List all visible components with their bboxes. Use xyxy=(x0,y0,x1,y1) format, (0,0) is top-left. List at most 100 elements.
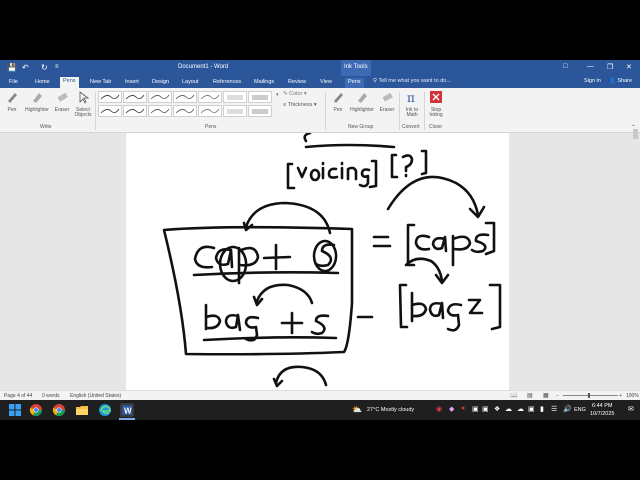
close-x-icon xyxy=(430,91,442,103)
thickness-dropdown[interactable]: ≡ Thickness ▾ xyxy=(283,102,317,108)
tab-new-tab[interactable]: New Tab xyxy=(87,78,114,88)
tab-mailings[interactable]: Mailings xyxy=(251,78,277,88)
pen-swatch[interactable] xyxy=(98,91,122,103)
pen-swatch[interactable] xyxy=(248,91,272,103)
pen-stroke-icon xyxy=(100,94,120,100)
print-layout-icon[interactable]: ▤ xyxy=(527,392,533,399)
zoom-in-icon[interactable]: + xyxy=(619,393,622,399)
weather-text[interactable]: 27°C Mostly cloudy xyxy=(367,407,414,413)
tab-view[interactable]: View xyxy=(317,78,335,88)
pen-swatch[interactable] xyxy=(148,91,172,103)
notifications-icon[interactable]: ✉ xyxy=(628,405,634,413)
minimize-button[interactable]: — xyxy=(587,63,594,70)
word-count[interactable]: 0 words xyxy=(42,393,60,399)
svg-text:W: W xyxy=(124,407,132,416)
tab-home[interactable]: Home xyxy=(32,78,53,88)
pen-swatch[interactable] xyxy=(123,91,147,103)
chrome-icon[interactable] xyxy=(29,403,43,417)
app-tray-icon[interactable]: ▣ xyxy=(472,405,479,413)
language-status[interactable]: English (United States) xyxy=(70,393,121,399)
record-icon[interactable]: ◉ xyxy=(436,405,442,413)
new-group-pen-button[interactable]: Pen xyxy=(330,90,346,113)
tab-file[interactable]: File xyxy=(6,78,21,88)
windows-start-icon[interactable] xyxy=(8,403,22,417)
chrome-profile-icon[interactable] xyxy=(52,403,66,417)
pen-icon xyxy=(334,93,343,103)
highlighter-stroke-icon xyxy=(252,109,268,114)
app-tray-icon[interactable]: ▣ xyxy=(528,405,535,413)
customize-quick-access-icon[interactable]: ≡ xyxy=(55,64,59,70)
ribbon-display-options-icon[interactable]: □ xyxy=(563,63,567,70)
select-objects-button[interactable]: Select Objects xyxy=(72,90,94,119)
read-mode-icon[interactable]: 📖 xyxy=(510,392,517,399)
file-explorer-icon[interactable] xyxy=(75,403,89,417)
highlighter-icon xyxy=(358,93,367,103)
tab-pens[interactable]: Pens xyxy=(60,77,79,88)
clock-time[interactable]: 6:44 PM xyxy=(592,403,612,409)
pen-swatch[interactable] xyxy=(173,91,197,103)
pen-button[interactable]: Pen xyxy=(4,90,20,113)
tell-me-search[interactable]: ⚲ Tell me what you want to do... xyxy=(373,78,451,84)
document-page[interactable] xyxy=(126,131,509,390)
undo-icon[interactable]: ↶ xyxy=(22,63,29,72)
new-group-eraser-label: Eraser xyxy=(379,106,395,113)
pen-swatch[interactable] xyxy=(123,105,147,117)
maximize-button[interactable]: ❐ xyxy=(607,63,613,71)
vertical-scrollbar[interactable] xyxy=(631,129,640,390)
new-group-highlighter-button[interactable]: Highlighter xyxy=(347,90,377,113)
tell-me-text: Tell me what you want to do... xyxy=(378,78,451,84)
app-tray-icon[interactable]: ◆ xyxy=(449,405,454,413)
zoom-slider[interactable] xyxy=(563,395,618,396)
stop-inking-label-2: Inking xyxy=(429,112,443,118)
highlighter-stroke-icon xyxy=(252,95,268,100)
cloud-icon[interactable]: ☁ xyxy=(505,405,512,413)
ink-to-math-button[interactable]: π Ink to Math xyxy=(402,90,422,119)
pen-swatch[interactable] xyxy=(173,105,197,117)
zoom-slider-thumb[interactable] xyxy=(588,393,590,398)
redo-icon[interactable]: ↻ xyxy=(41,63,48,72)
tab-review[interactable]: Review xyxy=(285,78,309,88)
zoom-level[interactable]: 100% xyxy=(626,393,639,399)
onedrive-icon[interactable]: ☁ xyxy=(517,405,524,413)
page-count[interactable]: Page 4 of 44 xyxy=(4,393,32,399)
web-layout-icon[interactable]: ▦ xyxy=(543,392,549,399)
highlighter-button[interactable]: Highlighter xyxy=(22,90,52,113)
pen-swatch[interactable] xyxy=(248,105,272,117)
app-tray-icon[interactable]: ● xyxy=(461,405,465,412)
tab-ink-pens[interactable]: Pens xyxy=(345,78,364,88)
tab-design[interactable]: Design xyxy=(149,78,172,88)
pen-swatch[interactable] xyxy=(223,105,247,117)
pen-swatch[interactable] xyxy=(98,105,122,117)
tab-layout[interactable]: Layout xyxy=(179,78,202,88)
close-window-button[interactable]: ✕ xyxy=(626,63,632,71)
battery-icon[interactable]: ▮ xyxy=(540,405,544,413)
stop-inking-button[interactable]: Stop Inking xyxy=(426,90,446,119)
gallery-more-icon[interactable]: ▾ xyxy=(276,92,279,98)
scrollbar-thumb[interactable] xyxy=(633,129,638,139)
group-divider xyxy=(95,92,96,130)
pens-group-label: Pens xyxy=(205,124,217,130)
input-language[interactable]: ENG xyxy=(574,407,586,413)
volume-icon[interactable]: 🔊 xyxy=(563,405,572,413)
wifi-icon[interactable]: ☰ xyxy=(551,405,557,413)
weather-icon[interactable]: ⛅ xyxy=(352,405,362,414)
save-icon[interactable]: 💾 xyxy=(7,63,17,72)
new-group-eraser-button[interactable]: Eraser xyxy=(378,90,396,113)
bluetooth-icon[interactable]: ❖ xyxy=(494,405,500,413)
eraser-button[interactable]: Eraser xyxy=(53,90,71,113)
pen-swatch[interactable] xyxy=(198,105,222,117)
pen-stroke-icon xyxy=(100,108,120,114)
zoom-out-icon[interactable]: − xyxy=(556,393,559,399)
tab-references[interactable]: References xyxy=(210,78,244,88)
share-button[interactable]: 👤 Share xyxy=(609,78,632,84)
color-dropdown[interactable]: ✎ Color ▾ xyxy=(283,91,307,97)
app-tray-icon[interactable]: ▣ xyxy=(482,405,489,413)
tab-insert[interactable]: Insert xyxy=(122,78,142,88)
pen-swatch[interactable] xyxy=(223,91,247,103)
pen-swatch[interactable] xyxy=(148,105,172,117)
sign-in-link[interactable]: Sign in xyxy=(584,78,601,84)
word-taskbar-icon[interactable]: W xyxy=(120,403,134,417)
edge-icon[interactable] xyxy=(98,403,112,417)
clock-date[interactable]: 10/7/2025 xyxy=(590,411,614,417)
pen-swatch[interactable] xyxy=(198,91,222,103)
